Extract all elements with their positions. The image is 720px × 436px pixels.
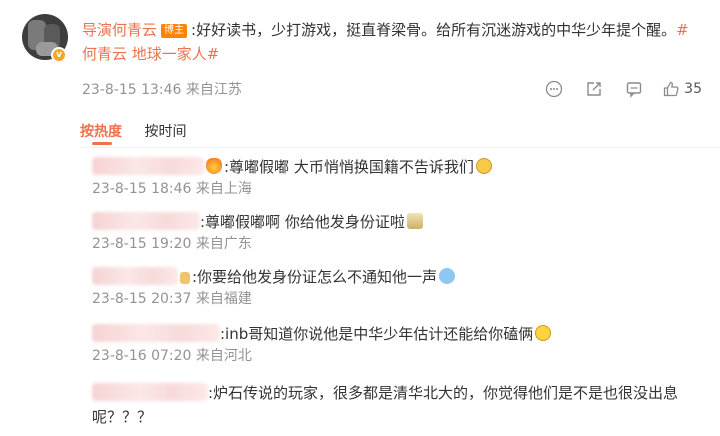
like-button[interactable]: 35 <box>654 78 702 100</box>
more-button[interactable] <box>534 78 574 100</box>
share-icon <box>587 82 601 96</box>
redacted-username[interactable] <box>92 157 204 175</box>
comment-meta: 23-8-15 19:20 来自广东 <box>92 234 700 254</box>
post-location: 来自江苏 <box>185 82 242 98</box>
share-button[interactable] <box>574 78 614 100</box>
drink-emoji-icon <box>406 213 423 229</box>
post-actions: 35 <box>534 78 702 100</box>
redacted-username[interactable] <box>92 212 200 230</box>
post-body: 导演何青云 博主:好好读书，少打游戏，挺直脊梁骨。给所有沉迷游戏的中华少年提个醒。… <box>82 18 702 66</box>
comment-location: 来自上海 <box>195 181 252 197</box>
comment-text: :尊嘟假嘟啊 你给他发身份证啦 <box>200 213 405 231</box>
sad-face-emoji-icon <box>475 158 492 174</box>
comment-item: :尊嘟假嘟啊 你给他发身份证啦 23-8-15 19:20 来自广东 <box>80 210 700 254</box>
comment-item: :炉石传说的玩家，很多都是清华北大的，你觉得他们是不是也很没出息呢？？？ <box>80 381 692 429</box>
like-icon <box>664 81 679 97</box>
comment-meta: 23-8-15 18:46 来自上海 <box>92 179 700 199</box>
post-text: :好好读书，少打游戏，挺直脊梁骨。给所有沉迷游戏的中华少年提个醒。 <box>191 21 677 39</box>
comment-button[interactable] <box>614 78 654 100</box>
active-tab-indicator <box>92 142 112 145</box>
comment-item: :inb哥知道你说他是中华少年估计还能给你磕俩 23-8-16 07:20 来自… <box>80 322 700 366</box>
comment-location: 来自福建 <box>195 291 252 307</box>
redacted-username[interactable] <box>92 267 178 285</box>
comment-meta: 23-8-16 07:20 来自河北 <box>92 346 700 366</box>
comment-text: :尊嘟假嘟 大币悄悄换国籍不告诉我们 <box>224 158 474 176</box>
tab-by-hot[interactable]: 按热度 <box>80 124 122 140</box>
post-meta: 23-8-15 13:46 来自江苏 <box>82 79 242 99</box>
sort-tabs: 按热度 按时间 <box>80 121 204 141</box>
fire-badge-icon <box>206 158 222 174</box>
comment-item: :尊嘟假嘟 大币悄悄换国籍不告诉我们 23-8-15 18:46 来自上海 <box>80 155 700 199</box>
redacted-username[interactable] <box>92 324 220 342</box>
crying-emoji-icon <box>439 268 456 284</box>
comment-location: 来自广东 <box>195 236 252 252</box>
laughing-emoji-icon <box>535 325 552 341</box>
comment-location: 来自河北 <box>195 348 252 364</box>
comment-meta: 23-8-15 20:37 来自福建 <box>92 289 700 309</box>
redacted-username[interactable] <box>92 383 208 401</box>
comment-icon <box>626 82 642 98</box>
comment-item: :你要给他发身份证怎么不通知他一声 23-8-15 20:37 来自福建 <box>80 265 700 309</box>
comment-content: :尊嘟假嘟啊 你给他发身份证啦 <box>80 210 700 234</box>
post-time: 23-8-15 13:46 <box>82 82 182 98</box>
comment-time: 23-8-15 20:37 <box>92 291 192 307</box>
user-badge-icon <box>180 272 190 284</box>
comment-content: :inb哥知道你说他是中华少年估计还能给你磕俩 <box>80 322 700 346</box>
verified-badge-icon: v <box>51 47 67 63</box>
comment-content: :你要给他发身份证怎么不通知他一声 <box>80 265 700 289</box>
tab-by-time[interactable]: 按时间 <box>144 124 186 140</box>
divider <box>80 147 720 148</box>
comment-text: :inb哥知道你说他是中华少年估计还能给你磕俩 <box>220 325 534 343</box>
author-tag: 博主 <box>161 24 188 38</box>
comment-content: :尊嘟假嘟 大币悄悄换国籍不告诉我们 <box>80 155 700 179</box>
comment-time: 23-8-15 19:20 <box>92 236 192 252</box>
comment-time: 23-8-16 07:20 <box>92 348 192 364</box>
comment-time: 23-8-15 18:46 <box>92 181 192 197</box>
author-name[interactable]: 导演何青云 <box>82 21 157 39</box>
more-icon <box>546 80 563 98</box>
comment-text: :你要给他发身份证怎么不通知他一声 <box>192 268 438 286</box>
like-count: 35 <box>684 81 702 97</box>
comment-content: :炉石传说的玩家，很多都是清华北大的，你觉得他们是不是也很没出息呢？？？ <box>80 381 692 429</box>
